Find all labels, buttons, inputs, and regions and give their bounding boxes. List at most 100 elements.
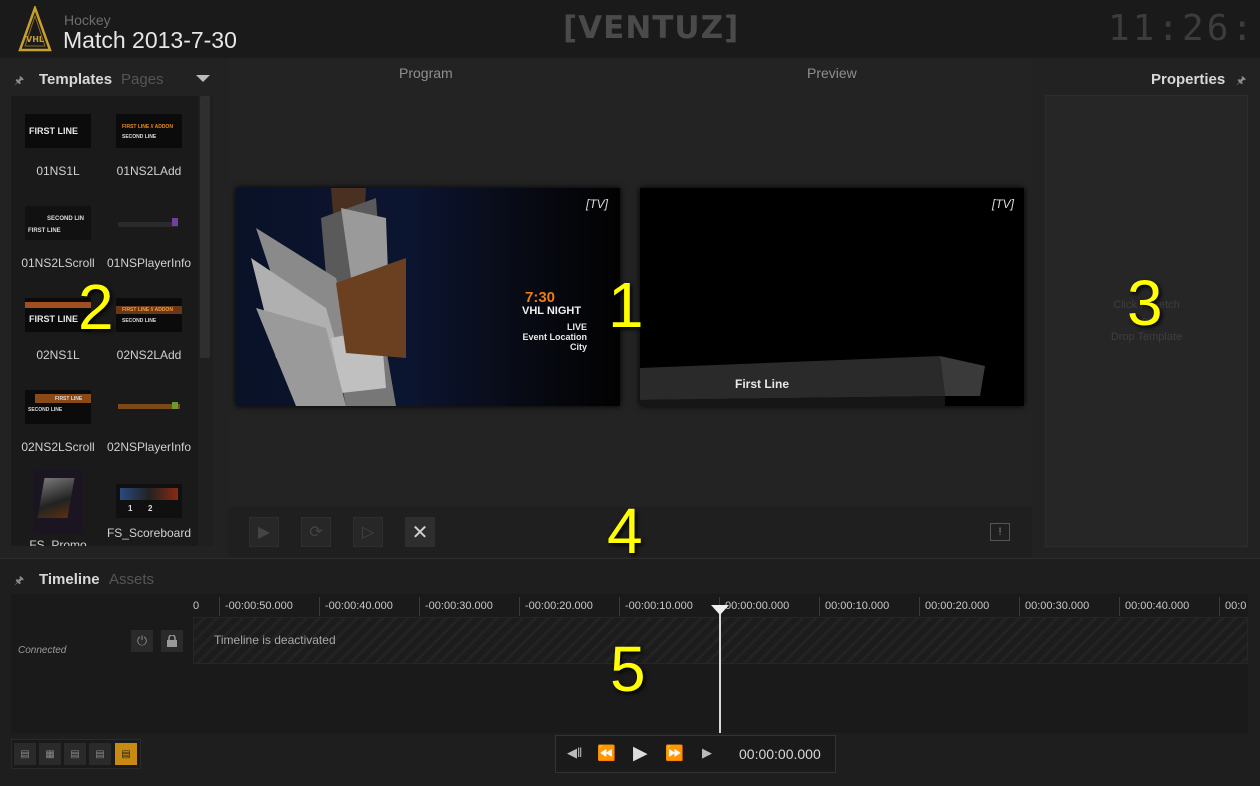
pin-icon[interactable]: 🖈	[1236, 72, 1246, 91]
timecode-display: 00:00:00.000	[739, 746, 821, 762]
thumb-bar	[118, 404, 180, 409]
rewind-icon: ⏪	[597, 745, 616, 762]
properties-title: Properties	[1151, 71, 1226, 88]
tab-assets[interactable]: Assets	[109, 571, 154, 588]
skip-start-button[interactable]: ◀‖	[567, 745, 582, 761]
skip-start-icon: ◀‖	[567, 745, 583, 760]
thumb-bar	[118, 222, 178, 227]
scrollbar-thumb[interactable]	[200, 96, 210, 358]
align-center-button[interactable]: ▦	[39, 743, 61, 765]
template-item[interactable]: 02NSPlayerInfo	[104, 390, 194, 454]
annotation-number: 2	[78, 271, 114, 343]
template-label: 02NS1L	[36, 348, 80, 362]
clear-button[interactable]: ✕	[405, 517, 435, 547]
tab-pages[interactable]: Pages	[121, 71, 164, 88]
template-item[interactable]: SECOND LIN FIRST LINE 01NS2LScroll	[13, 206, 103, 270]
thumb-text: FIRST LINE	[55, 396, 83, 402]
pin-icon[interactable]: 🖈	[14, 572, 24, 591]
event-title: VHL NIGHT	[522, 305, 582, 317]
ruler-tick-label: 00:00:00.000	[719, 597, 789, 616]
rewind-button[interactable]: ⏪	[597, 744, 616, 762]
lock-icon	[167, 635, 177, 647]
align-right-button[interactable]: ▤	[64, 743, 86, 765]
tab-templates[interactable]: Templates	[39, 71, 112, 88]
template-thumbnail	[33, 470, 83, 534]
align-end-button[interactable]: ▤	[89, 743, 111, 765]
lower-third-shape	[640, 356, 985, 406]
skip-end-button[interactable]: ▶	[702, 745, 712, 761]
template-thumbnail	[116, 390, 182, 424]
template-thumbnail: FIRST LINE	[25, 114, 91, 148]
thumb-text: FIRST LINE	[28, 228, 61, 234]
play-icon: ▶	[257, 524, 271, 541]
playhead[interactable]	[719, 606, 721, 733]
power-icon: ⏻	[136, 633, 148, 648]
template-thumbnail	[116, 206, 182, 240]
ruler-tick-label: 00:0	[1219, 597, 1246, 616]
ruler-tick-label: -00:00:50.000	[219, 597, 293, 616]
close-icon: ✕	[411, 521, 429, 544]
preview-label: Preview	[807, 65, 857, 81]
align-left-icon: ▤	[20, 748, 30, 760]
preview-monitor[interactable]: [TV] First Line	[640, 188, 1024, 406]
snap-icon: ▤	[121, 748, 131, 760]
thumb-bar	[120, 488, 178, 500]
ruler-tick-label: 00:00:20.000	[919, 597, 989, 616]
template-item[interactable]: FIRST LINE // ADDON SECOND LINE 01NS2LAd…	[104, 114, 194, 178]
lower-third-text: First Line	[735, 377, 790, 391]
app-title: Match 2013-7-30	[63, 27, 237, 53]
thumb-art	[37, 478, 75, 518]
annotation-number: 1	[608, 269, 644, 341]
annotation-number: 4	[607, 495, 643, 567]
template-item[interactable]: FS_Promo	[13, 470, 103, 546]
thumb-text: FIRST LINE	[29, 314, 78, 324]
brand-logo: [VENTUZ]	[563, 10, 740, 46]
play-button[interactable]: ▶	[249, 517, 279, 547]
ruler-tick-label: 00:00:40.000	[1119, 597, 1189, 616]
tv-logo: [TV]	[585, 197, 608, 211]
align-left-button[interactable]: ▤	[14, 743, 36, 765]
align-center-icon: ▦	[45, 748, 55, 760]
fast-forward-icon: ⏩	[665, 745, 684, 762]
ruler-tick-label: -00:00:40.000	[319, 597, 393, 616]
template-label: 02NSPlayerInfo	[106, 440, 192, 454]
ruler-tick-label: 00:00:10.000	[819, 597, 889, 616]
lock-button[interactable]	[161, 630, 183, 652]
alert-button[interactable]: !	[990, 523, 1010, 541]
timeline-message: Timeline is deactivated	[214, 633, 336, 647]
next-button[interactable]: ▷	[353, 517, 383, 547]
fast-forward-button[interactable]: ⏩	[665, 744, 684, 762]
template-item[interactable]: FIRST LINE SECOND LINE 02NS2LScroll	[13, 390, 103, 454]
thumb-accent	[172, 218, 178, 226]
loop-button[interactable]: ⟳	[301, 517, 331, 547]
template-thumbnail: FIRST LINE // ADDON SECOND LINE	[116, 114, 182, 148]
tab-timeline[interactable]: Timeline	[39, 571, 100, 588]
svg-text:VHL: VHL	[26, 35, 44, 44]
template-item[interactable]: FIRST LINE // ADDON SECOND LINE 02NS2LAd…	[104, 298, 194, 362]
thumb-text: SECOND LINE	[122, 134, 157, 140]
ruler-tick-label: -00:00:20.000	[519, 597, 593, 616]
template-thumbnail: SECOND LIN FIRST LINE	[25, 206, 91, 240]
playhead-handle[interactable]	[711, 605, 729, 615]
pin-icon[interactable]: 🖈	[14, 72, 24, 91]
align-right-icon: ▤	[70, 748, 80, 760]
annotation-number: 5	[610, 633, 646, 705]
thumb-text: FIRST LINE	[29, 126, 78, 136]
template-thumbnail: FIRST LINE SECOND LINE	[25, 390, 91, 424]
ruler-tick-label: 00:00:30.000	[1019, 597, 1089, 616]
ruler-tick-label: -00:00:30.000	[419, 597, 493, 616]
template-label: FS_Scoreboard	[106, 526, 192, 540]
program-monitor[interactable]: [TV] 7:30 VHL NIGHT LIVE Event Location …	[236, 188, 620, 406]
thumb-text: FIRST LINE // ADDON	[122, 124, 173, 130]
power-button[interactable]: ⏻	[131, 630, 153, 652]
template-item[interactable]: 01NSPlayerInfo	[104, 206, 194, 270]
chevron-down-icon[interactable]	[196, 75, 210, 82]
ruler-tick-label: -00:00:10.000	[619, 597, 693, 616]
play-timeline-button[interactable]: ▶	[633, 742, 648, 765]
template-item[interactable]: 1 2 FS_Scoreboard	[104, 484, 194, 540]
align-end-icon: ▤	[95, 748, 105, 760]
ruler-tick-label: 0	[193, 600, 200, 612]
template-item[interactable]: FIRST LINE 01NS1L	[13, 114, 103, 178]
snap-toggle-button[interactable]: ▤	[115, 743, 137, 765]
app-subtitle: Hockey	[64, 12, 111, 28]
